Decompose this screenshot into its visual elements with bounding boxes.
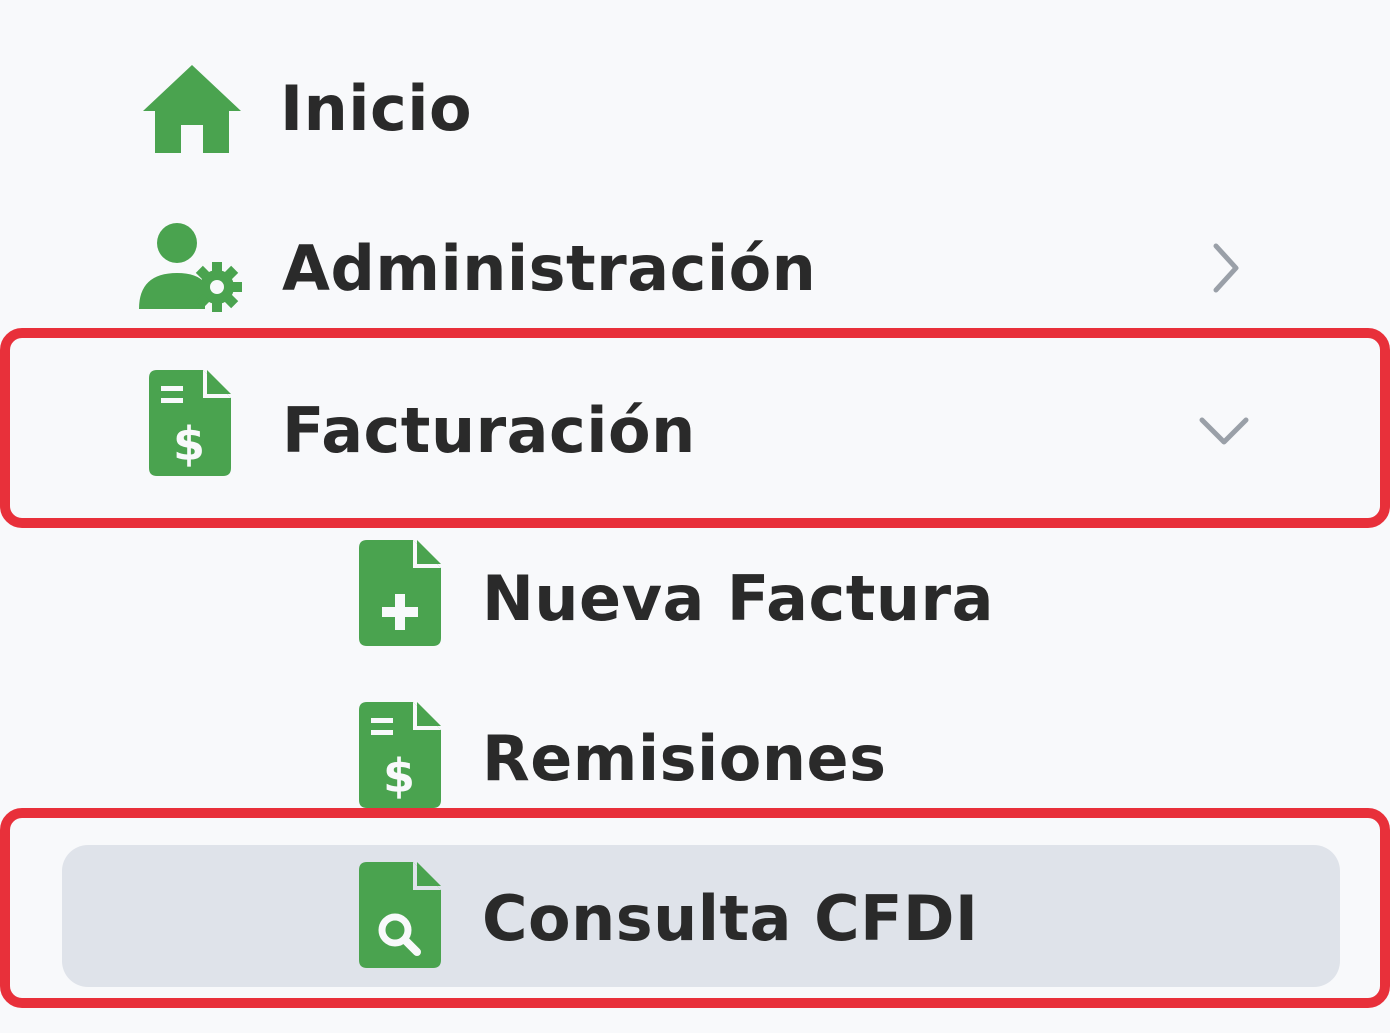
sidebar-item-label: Nueva Factura bbox=[482, 562, 994, 635]
svg-text:$: $ bbox=[173, 417, 205, 471]
sidebar-item-label: Facturación bbox=[282, 394, 696, 467]
invoice-dollar-icon: $ bbox=[345, 700, 455, 810]
chevron-down-icon bbox=[1194, 400, 1254, 460]
sidebar-item-inicio[interactable]: Inicio bbox=[0, 30, 1390, 190]
svg-text:$: $ bbox=[383, 749, 415, 803]
file-plus-icon bbox=[345, 538, 455, 648]
invoice-dollar-icon: $ bbox=[135, 368, 245, 478]
chevron-right-icon bbox=[1194, 238, 1254, 298]
sidebar-item-facturacion[interactable]: $ Facturación bbox=[0, 348, 1390, 508]
user-gear-icon bbox=[137, 212, 247, 322]
sidebar-item-label: Inicio bbox=[280, 72, 473, 145]
sidebar-item-label: Consulta CFDI bbox=[482, 882, 979, 955]
sidebar-item-label: Remisiones bbox=[482, 722, 887, 795]
home-icon bbox=[137, 52, 247, 162]
sidebar-item-remisiones[interactable]: $ Remisiones bbox=[0, 680, 1390, 840]
sidebar-item-nueva-factura[interactable]: Nueva Factura bbox=[0, 520, 1390, 680]
sidebar-item-administracion[interactable]: Administración bbox=[0, 190, 1390, 350]
sidebar-item-label: Administración bbox=[282, 232, 817, 305]
sidebar-menu: Inicio Administración $ Facturación Nuev… bbox=[0, 0, 1390, 1033]
file-search-icon bbox=[345, 860, 455, 970]
sidebar-item-consulta-cfdi[interactable]: Consulta CFDI bbox=[0, 840, 1390, 1000]
